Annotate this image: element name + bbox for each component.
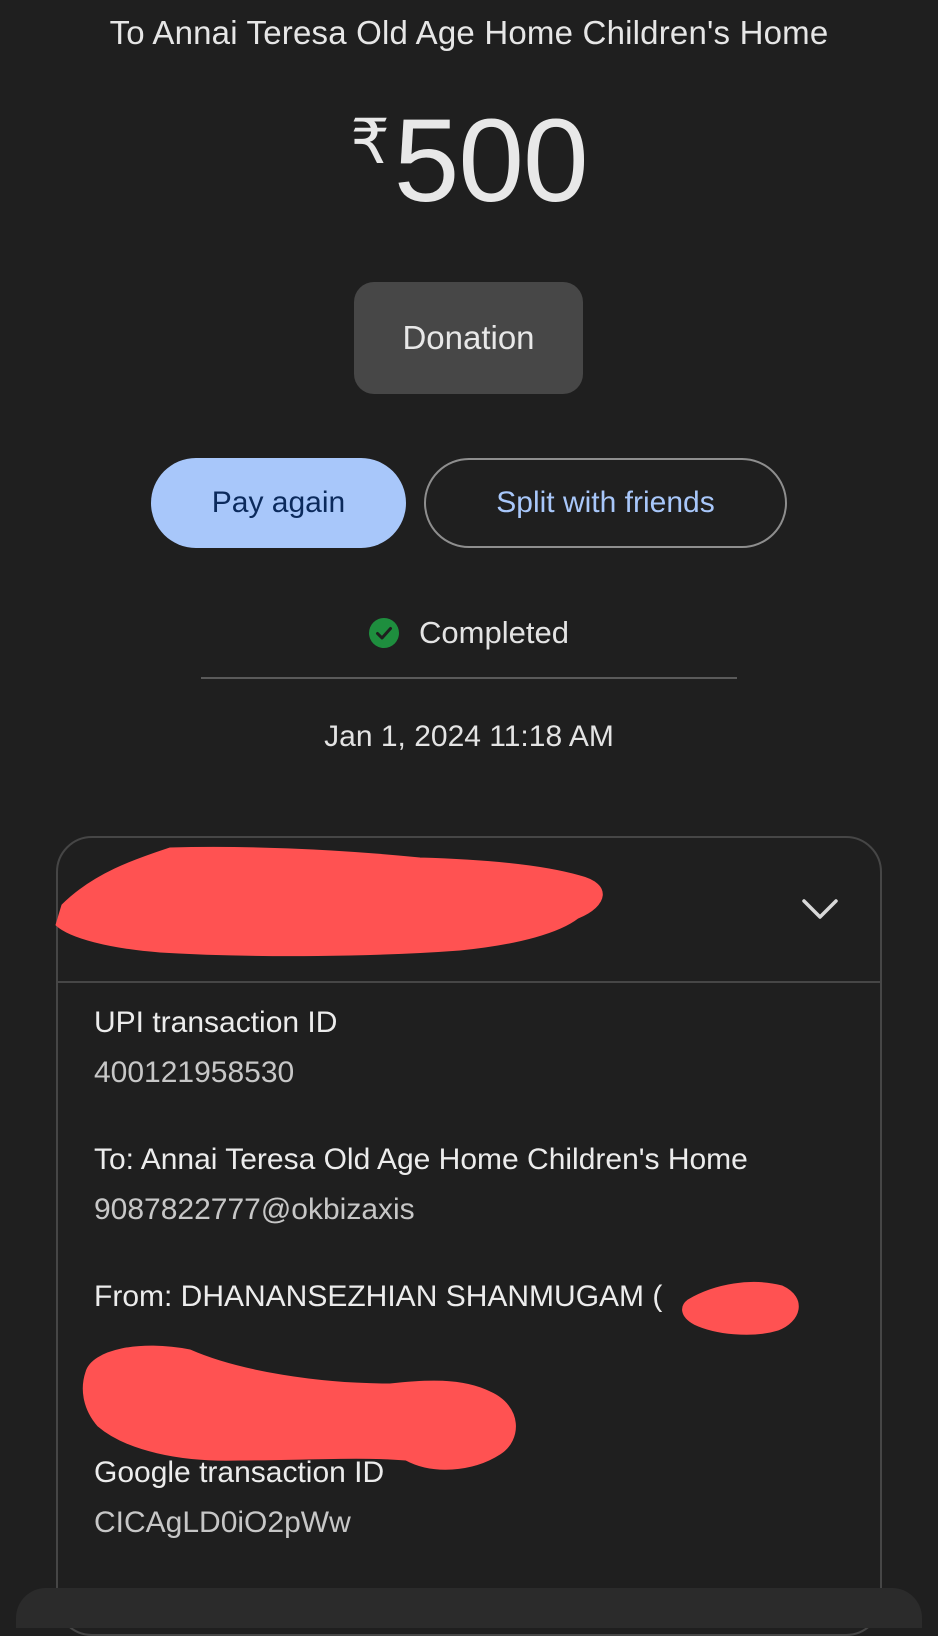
redaction-mark	[55, 846, 603, 957]
transaction-details-screen: To Annai Teresa Old Age Home Children's …	[0, 0, 938, 1636]
redaction-mark	[82, 1345, 516, 1470]
redaction-marks	[55, 846, 799, 1470]
redaction-mark	[682, 1281, 799, 1335]
bottom-sheet-edge	[16, 1588, 922, 1628]
